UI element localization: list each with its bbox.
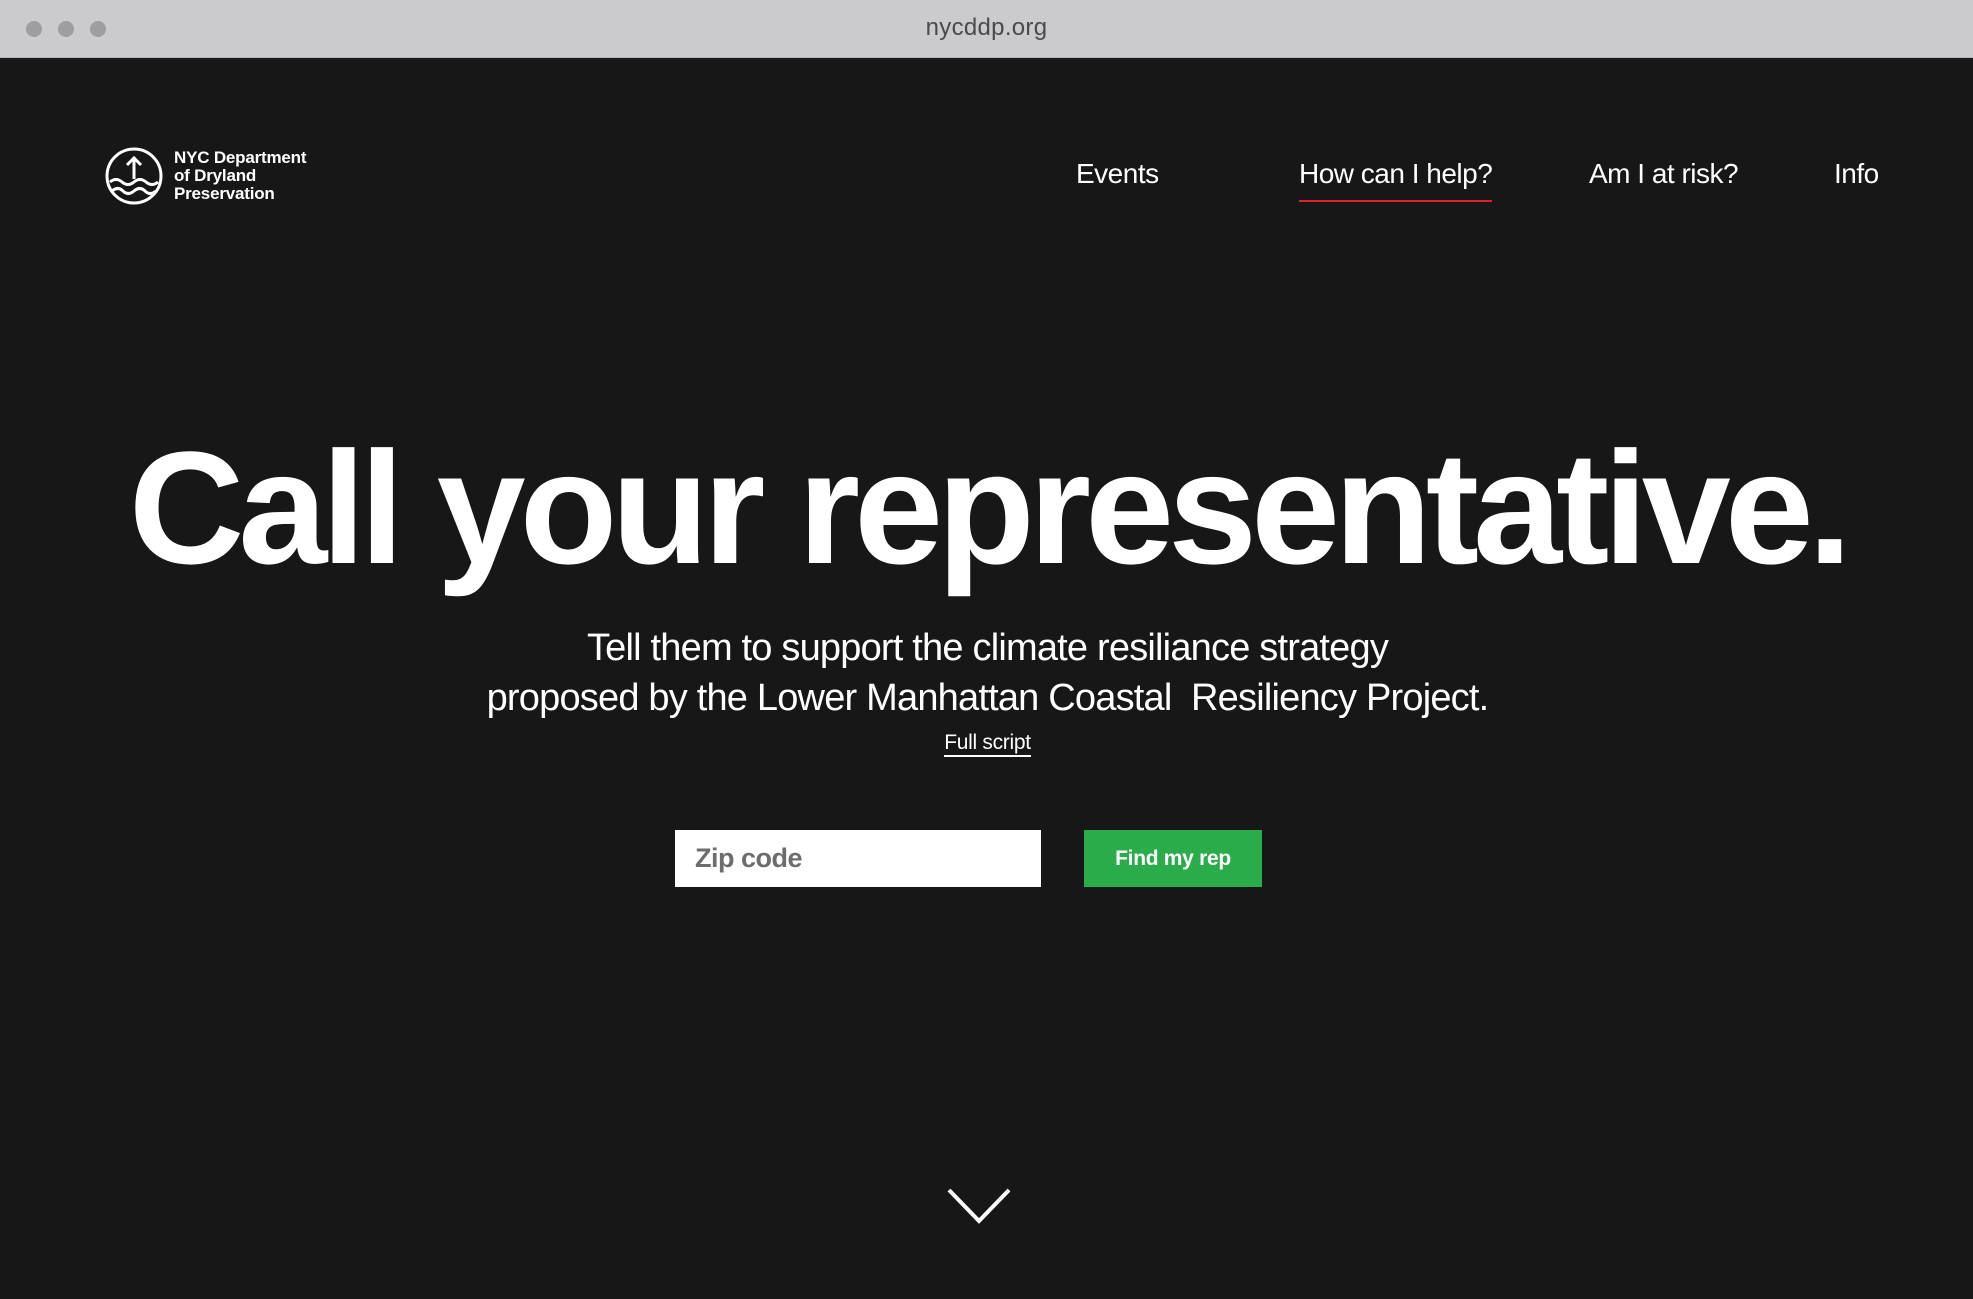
- full-script-link[interactable]: Full script: [944, 731, 1031, 757]
- page-content: NYC Department of Dryland Preservation E…: [2, 58, 1973, 1299]
- nav-info[interactable]: Info: [1834, 158, 1879, 190]
- nav-events[interactable]: Events: [1076, 158, 1159, 190]
- nav-how-can-i-help[interactable]: How can I help?: [1299, 158, 1493, 202]
- logo-icon: [105, 147, 163, 205]
- full-script-container: Full script: [2, 731, 1973, 757]
- active-nav-underline: [1299, 200, 1493, 202]
- hero-headline: Call your representative.: [128, 418, 1852, 597]
- zip-code-input[interactable]: [675, 830, 1041, 887]
- nav-am-i-at-risk[interactable]: Am I at risk?: [1589, 158, 1739, 190]
- chevron-down-icon[interactable]: [946, 1186, 1012, 1226]
- site-logo[interactable]: NYC Department of Dryland Preservation: [104, 146, 306, 206]
- address-bar[interactable]: nycddp.org: [0, 14, 1973, 42]
- logo-text: NYC Department of Dryland Preservation: [174, 149, 306, 203]
- subhead-line-1: Tell them to support the climate resilia…: [586, 627, 1389, 669]
- logo-line-2: of Dryland: [174, 166, 257, 185]
- nav-how-can-i-help-label: How can I help?: [1299, 158, 1493, 189]
- logo-line-1: NYC Department: [174, 148, 307, 167]
- find-my-rep-button[interactable]: Find my rep: [1084, 830, 1262, 887]
- browser-titlebar: nycddp.org: [0, 0, 1973, 58]
- subhead-line-2: proposed by the Lower Manhattan Coastal …: [486, 677, 1490, 719]
- logo-line-3: Preservation: [174, 184, 275, 203]
- browser-window: nycddp.org NYC Department of Dryland Pre…: [0, 0, 1973, 1299]
- hero-subhead: Tell them to support the climate resilia…: [2, 623, 1973, 723]
